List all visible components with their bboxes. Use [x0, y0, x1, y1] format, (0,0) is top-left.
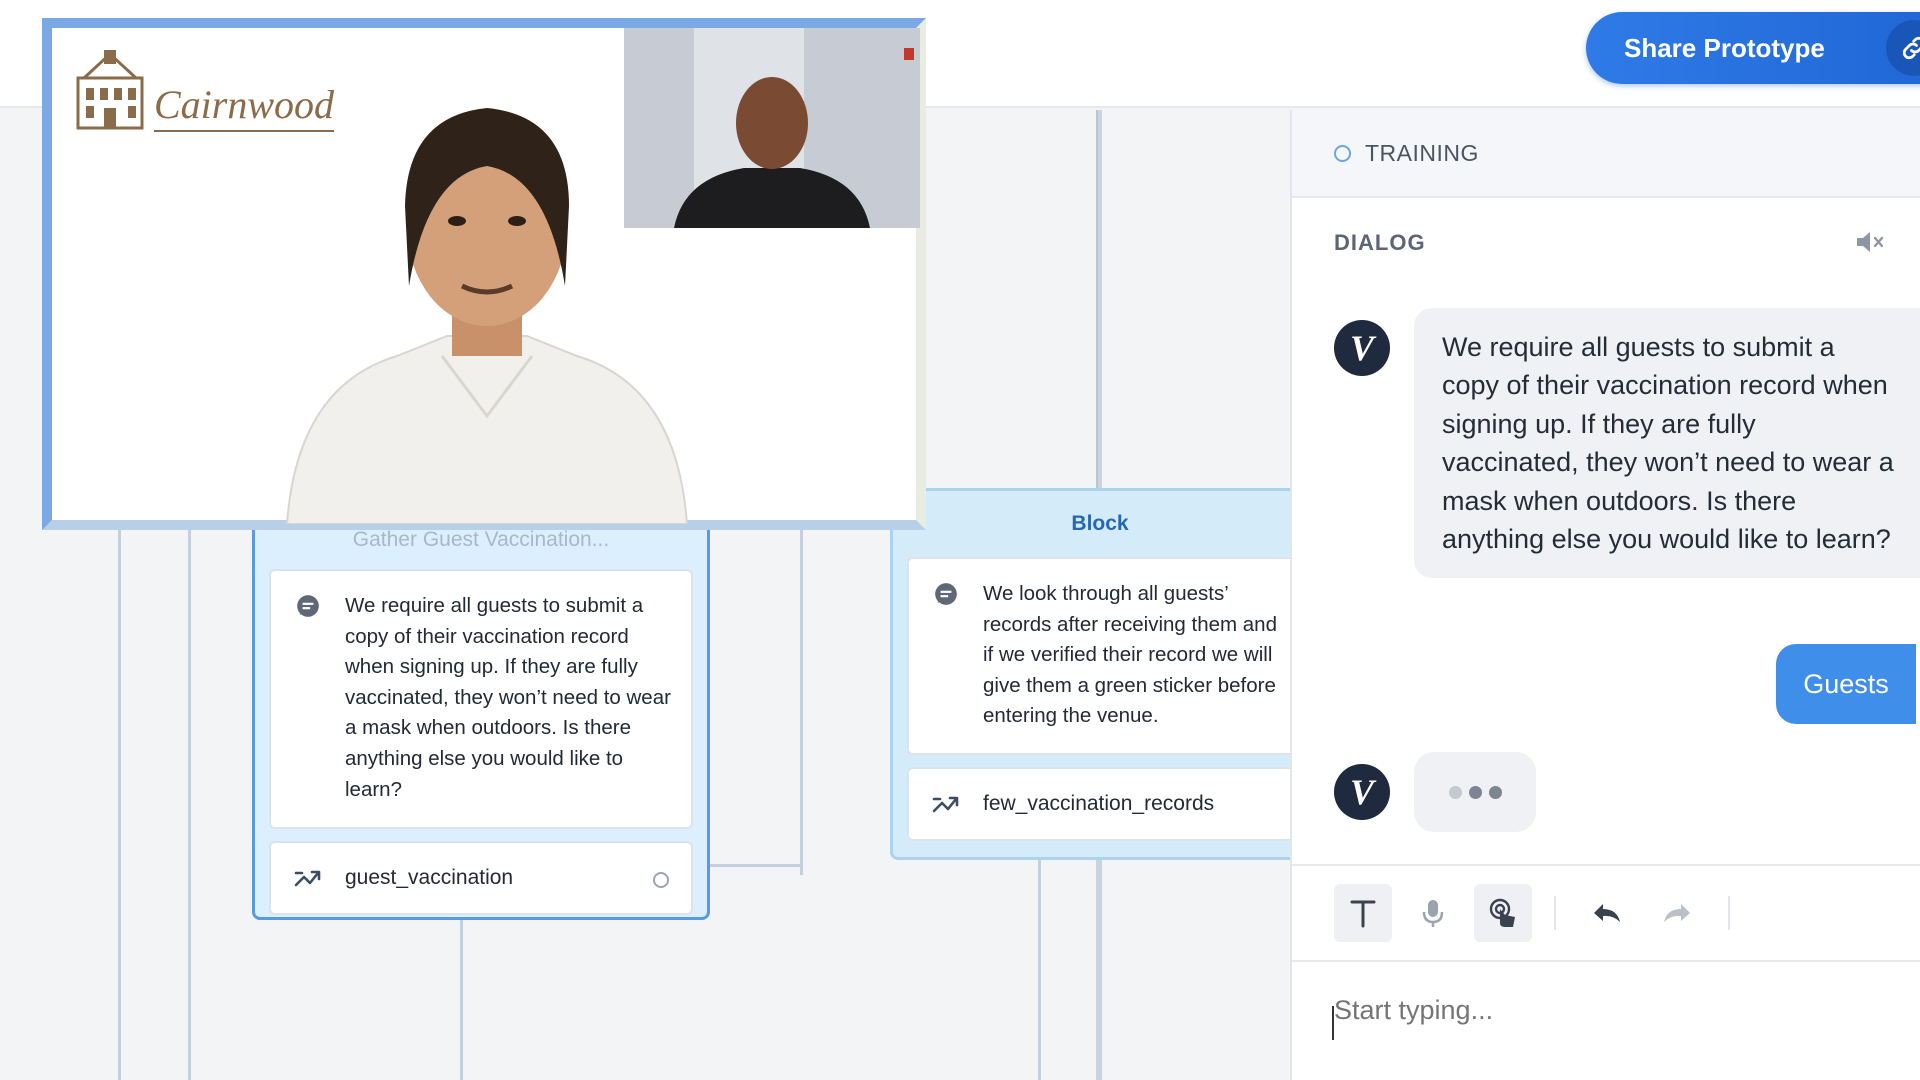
connection-port[interactable] [653, 872, 669, 889]
choice-step[interactable]: few_vaccination_records [907, 767, 1307, 841]
building-icon [76, 50, 144, 130]
message-input[interactable] [1334, 980, 1894, 1040]
choice-label: guest_vaccination [345, 865, 514, 889]
typing-dot [1488, 785, 1502, 799]
step-message: We look through all guests’ records afte… [983, 582, 1277, 728]
undo-button[interactable] [1578, 884, 1636, 942]
mute-icon[interactable] [1854, 228, 1886, 262]
connector-line [460, 920, 463, 1080]
connector-line [188, 530, 191, 1080]
flow-block-vaccination[interactable]: Gather Guest Vaccination... We require a… [252, 508, 710, 920]
toolbar-divider [1554, 896, 1556, 930]
touch-icon [1489, 898, 1515, 927]
choice-step[interactable]: guest_vaccination [269, 841, 693, 916]
user-message: Guests [1776, 644, 1916, 724]
share-prototype-label: Share Prototype [1624, 32, 1825, 63]
connector-line [800, 530, 803, 875]
test-panel: TRAINING DIALOG V We require all guests … [1290, 110, 1920, 1080]
assistant-avatar: V [1334, 320, 1390, 376]
connector-line [705, 864, 803, 867]
input-toolbar [1292, 864, 1920, 962]
message-icon [909, 559, 983, 607]
dialog-label: DIALOG [1334, 230, 1426, 255]
participant-video [624, 28, 920, 228]
redo-icon [1664, 904, 1690, 922]
connector-line [1038, 860, 1041, 1080]
shuffle-icon [909, 793, 983, 815]
text-caret [1332, 1006, 1334, 1040]
dialog-header: DIALOG [1292, 198, 1920, 288]
speak-step[interactable]: We look through all guests’ records afte… [907, 557, 1307, 755]
share-prototype-button[interactable]: Share Prototype [1586, 12, 1920, 84]
connector-line [1096, 110, 1102, 490]
mic-icon [1422, 900, 1444, 927]
text-icon [1350, 900, 1376, 928]
flow-block-records[interactable]: Block We look through all guests’ record… [890, 488, 1310, 860]
typing-dot [1468, 785, 1482, 799]
step-message: We require all guests to submit a copy o… [345, 594, 671, 801]
message-icon [271, 571, 345, 619]
connector-line [118, 530, 121, 1080]
voice-input-button[interactable] [1404, 884, 1462, 942]
assistant-message: We require all guests to submit a copy o… [1414, 308, 1920, 579]
training-label: TRAINING [1365, 139, 1479, 166]
status-circle-icon [1334, 144, 1351, 162]
shuffle-icon [271, 867, 345, 889]
assistant-avatar: V [1334, 764, 1390, 820]
speak-step[interactable]: We require all guests to submit a copy o… [269, 569, 693, 830]
connector-line [1096, 860, 1102, 1080]
link-icon[interactable] [1886, 20, 1920, 76]
video-call-overlay: Cairnwood [42, 18, 926, 530]
block-title[interactable]: Block [893, 491, 1307, 557]
touch-input-button[interactable] [1474, 884, 1532, 942]
toolbar-divider [1728, 896, 1730, 930]
redo-button[interactable] [1648, 884, 1706, 942]
text-input-button[interactable] [1334, 884, 1392, 942]
typing-dot [1448, 785, 1462, 799]
typing-indicator [1414, 752, 1536, 832]
training-header[interactable]: TRAINING [1292, 110, 1920, 198]
undo-icon [1594, 904, 1620, 922]
choice-label: few_vaccination_records [983, 791, 1215, 815]
